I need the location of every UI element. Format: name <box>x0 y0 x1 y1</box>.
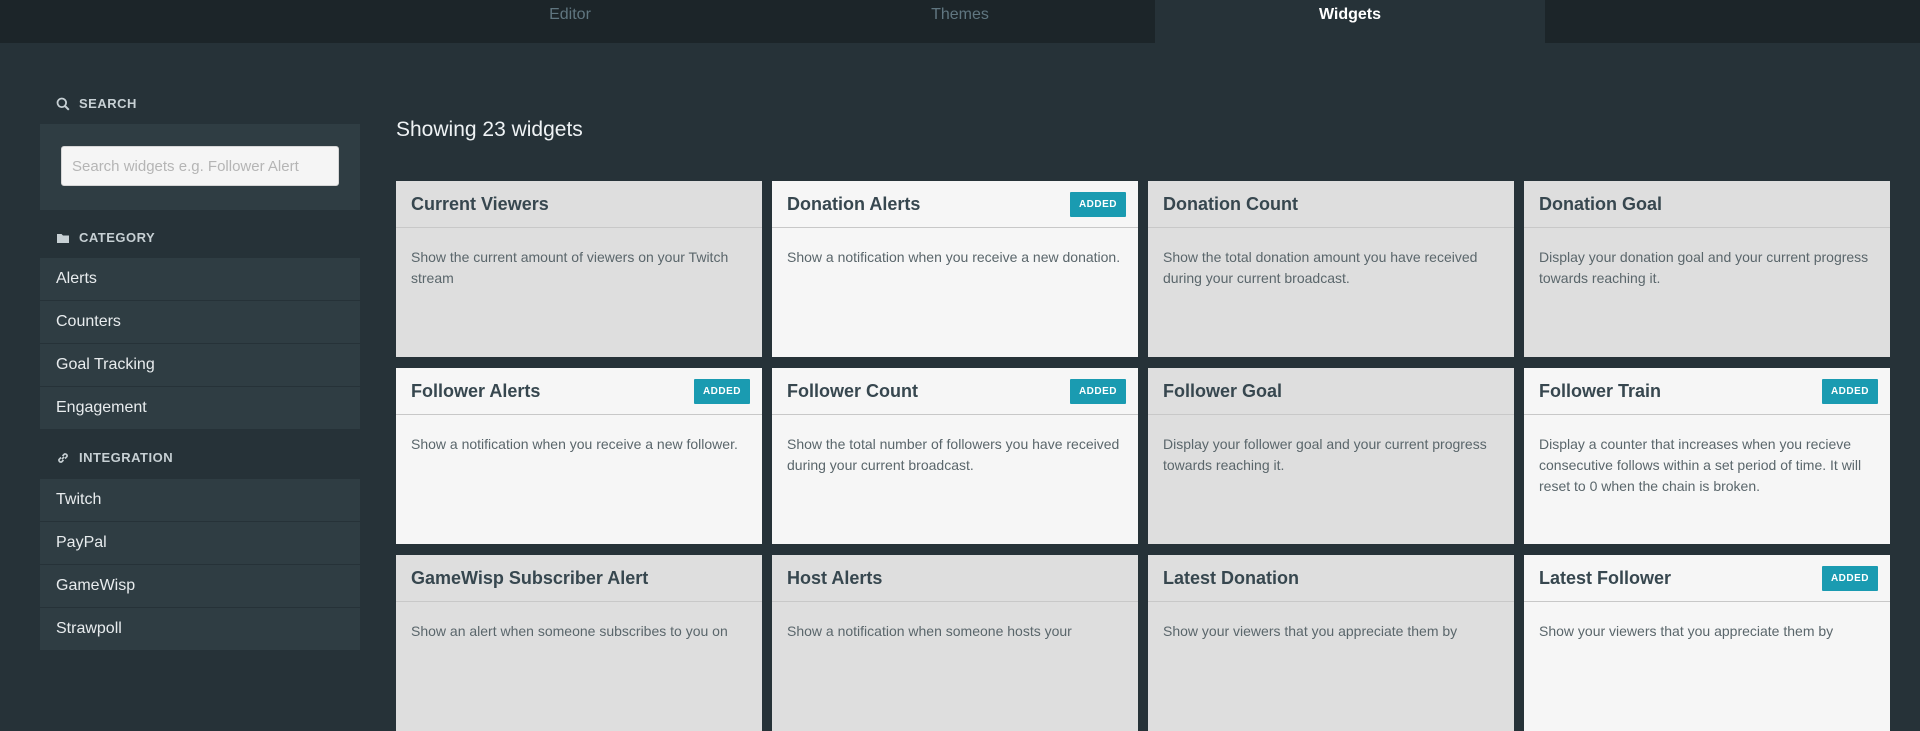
added-badge: ADDED <box>1821 378 1878 404</box>
integration-heading: INTEGRATION <box>56 450 173 465</box>
tab-themes[interactable]: Themes <box>765 0 1155 43</box>
category-item-counters[interactable]: Counters <box>40 301 360 343</box>
widget-card-header: Follower Train ADDED <box>1524 368 1890 415</box>
widget-title: Current Viewers <box>411 193 549 214</box>
widget-title: Donation Goal <box>1539 193 1662 214</box>
widget-card[interactable]: Latest Donation Show your viewers that yo… <box>1148 555 1514 731</box>
widget-description: Show an alert when someone subscribes to… <box>411 623 728 639</box>
widget-title: Host Alerts <box>787 567 883 588</box>
category-list: Alerts Counters Goal Tracking Engagement <box>40 258 360 430</box>
category-item-engagement[interactable]: Engagement <box>40 387 360 429</box>
widget-description: Display your follower goal and your curr… <box>1163 436 1487 473</box>
top-tab-bar: Editor Themes Widgets <box>0 0 1920 43</box>
widget-description: Show a notification when you receive a n… <box>411 436 738 452</box>
widget-description: Display a counter that increases when yo… <box>1539 436 1862 494</box>
integration-item-twitch[interactable]: Twitch <box>40 479 360 521</box>
widget-card-header: Latest Follower ADDED <box>1524 555 1890 602</box>
added-badge: ADDED <box>1069 378 1126 404</box>
widget-description: Show the total donation amount you have … <box>1163 249 1478 286</box>
widget-card-header: Follower Count ADDED <box>772 368 1138 415</box>
widget-card[interactable]: Latest Follower ADDED Show your viewers th… <box>1524 555 1890 731</box>
search-box <box>40 124 360 210</box>
widget-card-header: Donation Alerts ADDED <box>772 181 1138 228</box>
category-heading-label: CATEGORY <box>79 230 156 245</box>
widget-card[interactable]: Current Viewers Show the current amount o… <box>396 181 762 357</box>
widget-title: Latest Follower <box>1539 567 1672 588</box>
widget-title: Follower Count <box>787 380 918 401</box>
widget-description: Display your donation goal and your curr… <box>1539 249 1869 286</box>
category-item-alerts[interactable]: Alerts <box>40 258 360 300</box>
widget-card-header: Latest Donation <box>1148 555 1514 602</box>
category-item-goal-tracking[interactable]: Goal Tracking <box>40 344 360 386</box>
link-icon <box>56 451 70 465</box>
widget-card-header: Follower Goal <box>1148 368 1514 415</box>
widget-card[interactable]: GameWisp Subscriber Alert Show an alert w… <box>396 555 762 731</box>
widget-card[interactable]: Donation Count Show the total donation am… <box>1148 181 1514 357</box>
integration-item-gamewisp[interactable]: GameWisp <box>40 565 360 607</box>
tab-editor[interactable]: Editor <box>375 0 765 43</box>
widget-card-header: GameWisp Subscriber Alert <box>396 555 762 602</box>
widget-card-header: Follower Alerts ADDED <box>396 368 762 415</box>
category-heading: CATEGORY <box>56 230 155 245</box>
widget-description: Show the current amount of viewers on yo… <box>411 249 729 286</box>
widget-card[interactable]: Follower Train ADDED Display a counter tha… <box>1524 368 1890 544</box>
widget-title: Donation Count <box>1163 193 1298 214</box>
integration-heading-label: INTEGRATION <box>79 450 174 465</box>
search-heading-label: SEARCH <box>79 96 137 111</box>
widget-card-header: Donation Count <box>1148 181 1514 228</box>
widget-card-header: Donation Goal <box>1524 181 1890 228</box>
widget-card[interactable]: Follower Goal Display your follower goal … <box>1148 368 1514 544</box>
widget-card[interactable]: Host Alerts Show a notification when some… <box>772 555 1138 731</box>
added-badge: ADDED <box>1069 191 1126 217</box>
widget-card-header: Current Viewers <box>396 181 762 228</box>
widget-title: Donation Alerts <box>787 193 921 214</box>
integration-item-paypal[interactable]: PayPal <box>40 522 360 564</box>
widget-card-header: Host Alerts <box>772 555 1138 602</box>
widget-description: Show a notification when you receive a n… <box>787 249 1121 265</box>
widget-count-heading: Showing 23 widgets <box>396 118 583 141</box>
tab-widgets[interactable]: Widgets <box>1155 0 1545 43</box>
widget-title: Follower Train <box>1539 380 1662 401</box>
search-heading: SEARCH <box>56 96 137 111</box>
widget-title: Follower Goal <box>1163 380 1283 401</box>
widget-description: Show your viewers that you appreciate th… <box>1163 623 1458 639</box>
widget-description: Show your viewers that you appreciate th… <box>1539 623 1834 639</box>
integration-list: Twitch PayPal GameWisp Strawpoll <box>40 479 360 651</box>
search-icon <box>56 97 70 111</box>
widget-card[interactable]: Follower Alerts ADDED Show a notification … <box>396 368 762 544</box>
added-badge: ADDED <box>1821 565 1878 591</box>
widget-title: Follower Alerts <box>411 380 541 401</box>
widget-card[interactable]: Follower Count ADDED Show the total number… <box>772 368 1138 544</box>
widget-description: Show the total number of followers you h… <box>787 436 1120 473</box>
widget-card[interactable]: Donation Alerts ADDED Show a notification … <box>772 181 1138 357</box>
folder-icon <box>56 231 70 245</box>
widget-title: Latest Donation <box>1163 567 1300 588</box>
widget-card[interactable]: Donation Goal Display your donation goal … <box>1524 181 1890 357</box>
widget-title: GameWisp Subscriber Alert <box>411 567 649 588</box>
widget-description: Show a notification when someone hosts y… <box>787 623 1072 639</box>
integration-item-strawpoll[interactable]: Strawpoll <box>40 608 360 650</box>
added-badge: ADDED <box>693 378 750 404</box>
search-input[interactable] <box>61 146 339 186</box>
